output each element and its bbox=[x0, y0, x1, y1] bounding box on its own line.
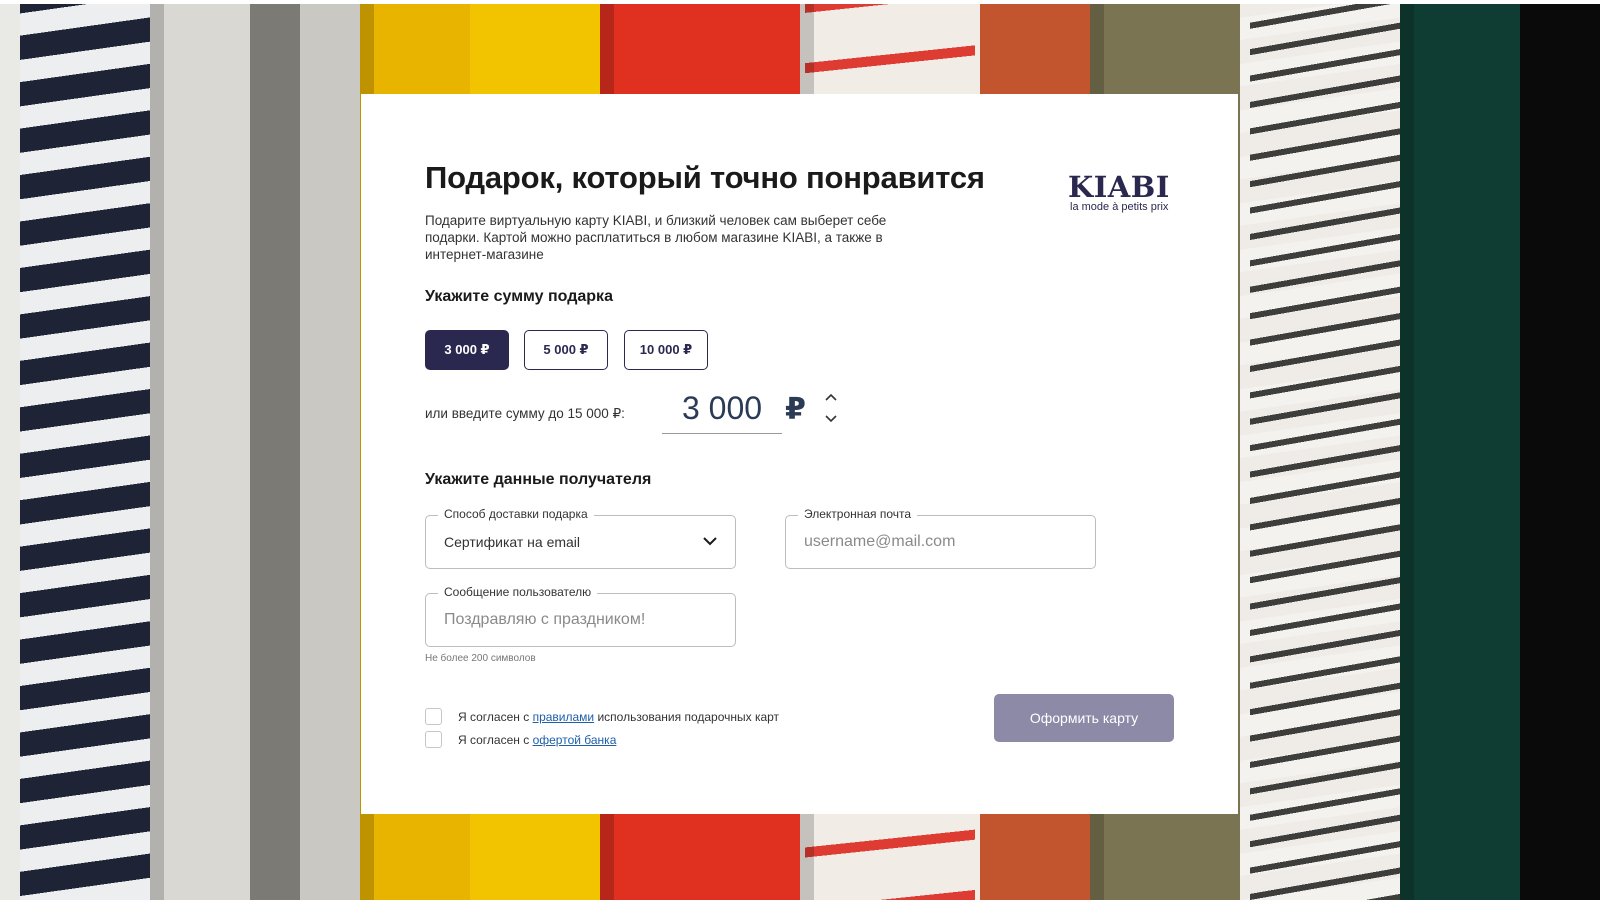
agreement-bank-row: Я согласен с офертой банка bbox=[425, 731, 616, 748]
gift-card-form: Подарок, который точно понравится KIABI … bbox=[361, 94, 1238, 814]
description: Подарите виртуальную карту KIABI, и близ… bbox=[425, 213, 887, 262]
message-field[interactable]: Сообщение пользователю Поздравляю с праз… bbox=[425, 585, 736, 647]
chevron-down-icon[interactable] bbox=[821, 408, 841, 430]
amount-heading: Укажите сумму подарка bbox=[425, 288, 613, 305]
agreement-rules-row: Я согласен с правилами использования под… bbox=[425, 708, 779, 725]
kiabi-logo: KIABI la mode à petits prix bbox=[1068, 170, 1170, 213]
message-label: Сообщение пользователю bbox=[438, 585, 598, 599]
amount-10000-button[interactable]: 10 000 ₽ bbox=[624, 330, 708, 370]
amount-stepper[interactable] bbox=[821, 386, 841, 432]
agreement-bank-checkbox[interactable] bbox=[425, 731, 442, 748]
custom-amount-label: или введите сумму до 15 000 ₽: bbox=[425, 406, 625, 421]
email-field[interactable]: Электронная почта username@mail.com bbox=[785, 507, 1096, 569]
chevron-up-icon[interactable] bbox=[821, 386, 841, 408]
agreement-rules-checkbox[interactable] bbox=[425, 708, 442, 725]
message-hint: Не более 200 символов bbox=[425, 653, 536, 664]
chevron-down-icon bbox=[699, 530, 721, 552]
custom-amount-input[interactable]: 3 000 bbox=[662, 384, 782, 434]
submit-button[interactable]: Оформить карту bbox=[994, 694, 1174, 742]
striped-shirt-left bbox=[20, 4, 150, 900]
message-placeholder: Поздравляю с праздником! bbox=[444, 611, 646, 628]
amount-5000-button[interactable]: 5 000 ₽ bbox=[524, 330, 608, 370]
email-placeholder: username@mail.com bbox=[804, 533, 956, 550]
bank-offer-link[interactable]: офертой банка bbox=[533, 733, 617, 747]
page-title: Подарок, который точно понравится bbox=[425, 160, 985, 195]
currency-symbol: ₽ bbox=[785, 393, 806, 426]
delivery-method-label: Способ доставки подарка bbox=[438, 507, 594, 521]
recipient-heading: Укажите данные получателя bbox=[425, 471, 652, 488]
email-label: Электронная почта bbox=[798, 507, 918, 521]
delivery-method-select[interactable]: Способ доставки подарка Сертификат на em… bbox=[425, 507, 736, 569]
amount-3000-button[interactable]: 3 000 ₽ bbox=[425, 330, 509, 370]
delivery-method-value: Сертификат на email bbox=[444, 534, 581, 550]
thin-striped-shirt bbox=[1250, 4, 1400, 900]
rules-link[interactable]: правилами bbox=[533, 710, 595, 724]
